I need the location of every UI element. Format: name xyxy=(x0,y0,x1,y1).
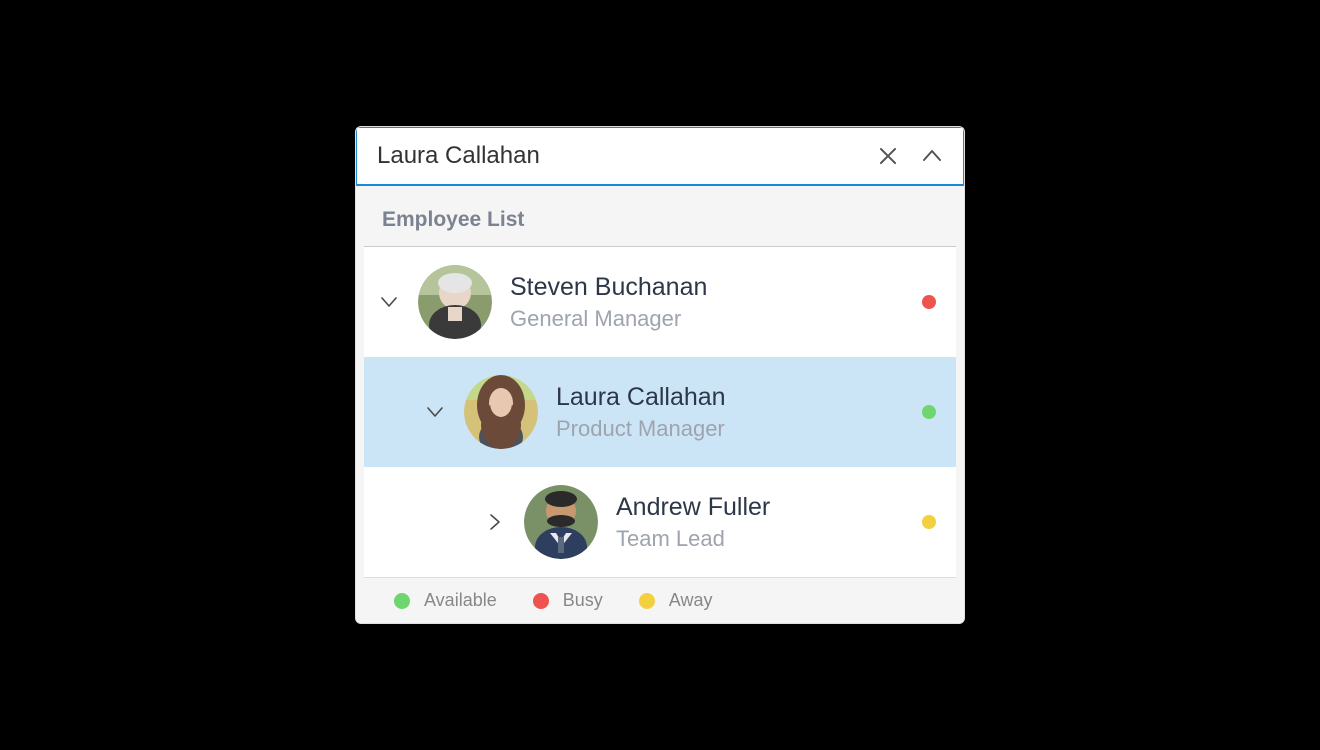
avatar xyxy=(464,375,538,449)
list-body: Steven Buchanan General Manager xyxy=(364,247,956,577)
tree-item[interactable]: Andrew Fuller Team Lead xyxy=(364,467,956,577)
avatar xyxy=(524,485,598,559)
status-indicator xyxy=(922,405,936,419)
item-text: Andrew Fuller Team Lead xyxy=(616,493,904,552)
chevron-right-icon[interactable] xyxy=(484,511,506,533)
employee-name: Steven Buchanan xyxy=(510,273,904,302)
tree-item[interactable]: Steven Buchanan General Manager xyxy=(364,247,956,357)
legend-dot xyxy=(533,593,549,609)
employee-dropdown-panel: Employee List xyxy=(355,126,965,624)
legend-item-busy: Busy xyxy=(533,590,603,611)
legend-dot xyxy=(394,593,410,609)
employee-name: Andrew Fuller xyxy=(616,493,904,522)
employee-name: Laura Callahan xyxy=(556,383,904,412)
chevron-up-icon xyxy=(921,145,943,167)
search-actions xyxy=(873,141,947,171)
item-text: Laura Callahan Product Manager xyxy=(556,383,904,442)
employee-role: General Manager xyxy=(510,306,904,332)
collapse-button[interactable] xyxy=(917,141,947,171)
search-bar xyxy=(355,126,965,186)
status-indicator xyxy=(922,295,936,309)
employee-role: Product Manager xyxy=(556,416,904,442)
list-header: Employee List xyxy=(364,194,956,247)
chevron-down-icon[interactable] xyxy=(378,291,400,313)
legend-label: Available xyxy=(424,590,497,611)
employee-role: Team Lead xyxy=(616,526,904,552)
list-header-label: Employee List xyxy=(382,208,524,231)
item-text: Steven Buchanan General Manager xyxy=(510,273,904,332)
search-input[interactable] xyxy=(377,142,873,170)
status-indicator xyxy=(922,515,936,529)
chevron-down-icon[interactable] xyxy=(424,401,446,423)
clear-button[interactable] xyxy=(873,141,903,171)
dropdown-list-wrapper: Employee List xyxy=(356,186,964,623)
avatar xyxy=(418,265,492,339)
close-icon xyxy=(877,145,899,167)
tree-item[interactable]: Laura Callahan Product Manager xyxy=(364,357,956,467)
legend-dot xyxy=(639,593,655,609)
legend-label: Busy xyxy=(563,590,603,611)
legend-label: Away xyxy=(669,590,713,611)
legend-item-available: Available xyxy=(394,590,497,611)
status-legend: Available Busy Away xyxy=(364,577,956,623)
legend-item-away: Away xyxy=(639,590,713,611)
